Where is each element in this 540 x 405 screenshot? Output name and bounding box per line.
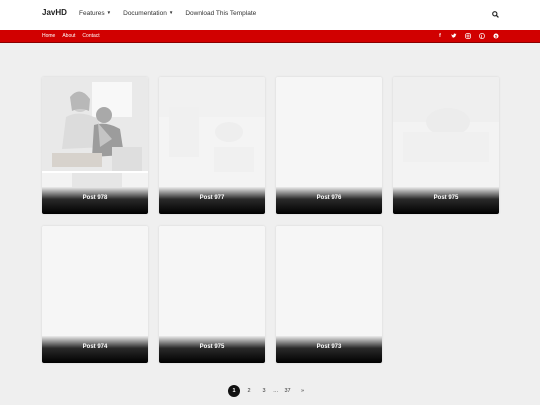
post-thumbnail [393, 77, 499, 187]
pagination-ellipsis: … [273, 388, 279, 394]
post-title[interactable]: Post 974 [42, 344, 148, 350]
nav-documentation[interactable]: Documentation ▼ [123, 10, 173, 17]
sub-navbar: Home About Contact f S [0, 30, 540, 43]
page-3-button[interactable]: 3 [258, 385, 270, 397]
twitter-icon[interactable] [451, 33, 457, 39]
post-card[interactable]: Post 975 [393, 77, 499, 214]
post-thumbnail [276, 226, 382, 336]
subnav-contact-link[interactable]: Contact [82, 33, 99, 39]
post-thumbnail [159, 226, 265, 336]
sub-nav-links: Home About Contact [42, 33, 100, 39]
post-caption: Post 976 [276, 187, 382, 214]
post-title[interactable]: Post 976 [276, 195, 382, 201]
chevron-down-icon: ▼ [168, 10, 174, 15]
instagram-icon[interactable] [465, 33, 471, 39]
post-thumbnail [42, 77, 148, 187]
subnav-home-link[interactable]: Home [42, 33, 55, 39]
post-caption: Post 974 [42, 336, 148, 363]
post-card[interactable]: Post 977 [159, 77, 265, 214]
nav-features-label: Features [79, 10, 105, 17]
nav-download-template[interactable]: Download This Template [185, 10, 256, 17]
svg-text:S: S [495, 33, 498, 38]
post-title[interactable]: Post 975 [393, 195, 499, 201]
post-caption: Post 975 [393, 187, 499, 214]
main-nav: Features ▼ Documentation ▼ Download This T… [79, 10, 256, 17]
post-caption: Post 978 [42, 187, 148, 214]
post-caption: Post 973 [276, 336, 382, 363]
social-links: f S [437, 33, 499, 39]
nav-documentation-label: Documentation [123, 10, 167, 17]
site-brand[interactable]: JavHD [42, 8, 67, 17]
pinterest-icon[interactable] [479, 33, 485, 39]
post-card[interactable]: Post 974 [42, 226, 148, 363]
post-thumbnail [159, 77, 265, 187]
post-thumbnail [42, 226, 148, 336]
page-2-button[interactable]: 2 [243, 385, 255, 397]
post-caption: Post 975 [159, 336, 265, 363]
post-title[interactable]: Post 975 [159, 344, 265, 350]
post-title[interactable]: Post 973 [276, 344, 382, 350]
nav-features[interactable]: Features ▼ [79, 10, 111, 17]
subnav-about-link[interactable]: About [62, 33, 75, 39]
chevron-down-icon: ▼ [106, 10, 112, 15]
search-icon[interactable] [492, 11, 499, 18]
post-title[interactable]: Post 978 [42, 195, 148, 201]
skype-icon[interactable]: S [493, 33, 499, 39]
post-card[interactable]: Post 976 [276, 77, 382, 214]
post-card[interactable]: Post 973 [276, 226, 382, 363]
post-card[interactable]: Post 975 [159, 226, 265, 363]
facebook-icon[interactable]: f [437, 33, 443, 39]
pagination: 1 2 3 … 37 » [228, 385, 309, 397]
page-1-button[interactable]: 1 [228, 385, 240, 397]
post-thumbnail [276, 77, 382, 187]
post-title[interactable]: Post 977 [159, 195, 265, 201]
top-header: JavHD Features ▼ Documentation ▼ Download … [0, 0, 540, 30]
page-last-button[interactable]: 37 [282, 385, 294, 397]
post-card[interactable]: Post 978 [42, 77, 148, 214]
next-page-button[interactable]: » [297, 385, 309, 397]
post-caption: Post 977 [159, 187, 265, 214]
